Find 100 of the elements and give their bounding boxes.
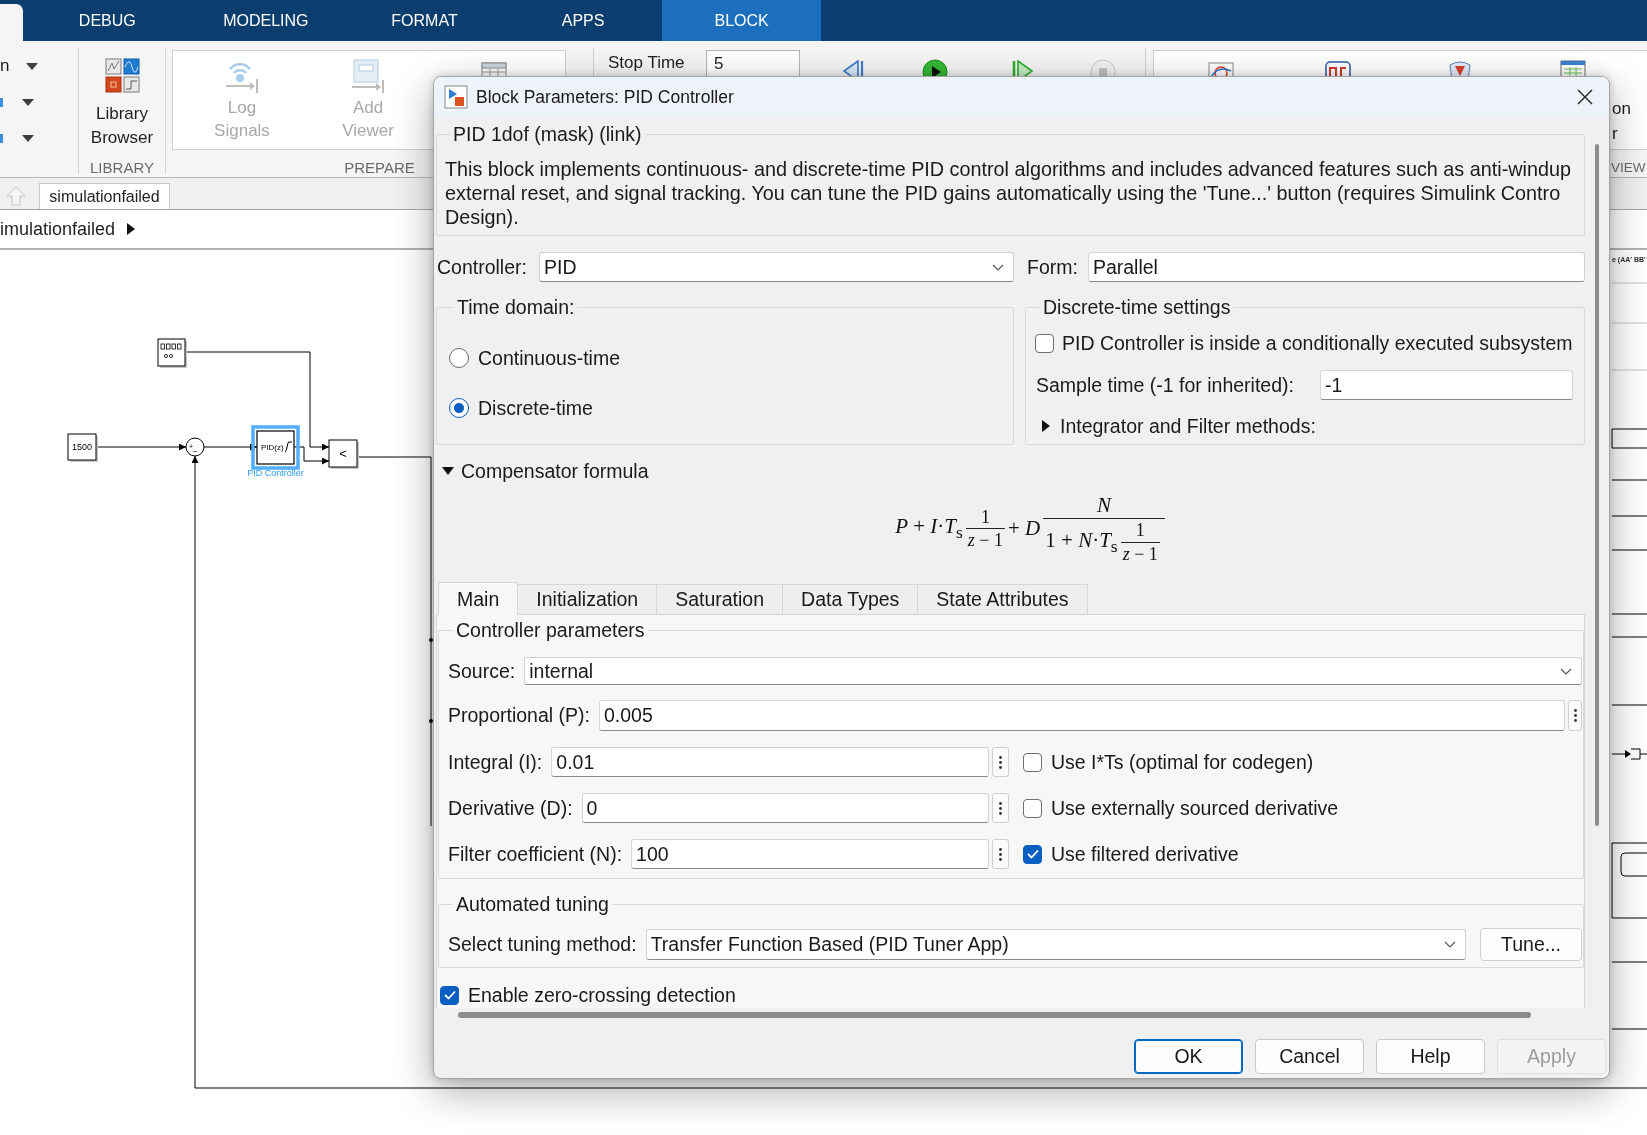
checkmark-icon [1026,849,1039,859]
parameter-options-button[interactable] [992,839,1009,869]
ribbon-tab[interactable]: MODELING [186,0,346,41]
field-label: Derivative (D): [448,796,573,820]
checkbox[interactable] [1035,333,1054,353]
gain-field[interactable]: 100 [631,839,989,869]
parameter-options-button[interactable] [992,793,1009,823]
expander[interactable]: Integrator and Filter methods: [1042,414,1316,438]
tuning-method-dropdown[interactable]: Transfer Function Based (PID Tuner App) [645,929,1466,960]
horizontal-scrollbar[interactable] [458,1012,1531,1018]
checkbox-label: PID Controller is inside a conditionally executed subsystem [1062,331,1573,355]
chevron-down-icon [1444,941,1456,948]
dropdown-caret-icon[interactable] [22,134,34,142]
field-label: Sample time (-1 for inherited): [1036,373,1294,397]
ribbon-button-label: r [1612,123,1618,145]
checkbox[interactable] [1023,752,1042,772]
checkbox[interactable] [440,985,459,1005]
block-description: This block implements continuous- and discrete-time PID control algorithms and includes advanced features such as anti-windup external reset, and signal tracking. You can tune the PID gains automatically using the 'Tune...' button (requires Simulink Contro Design). [445,157,1572,229]
chart-window-icon[interactable] [1207,59,1235,76]
gain-field[interactable]: 0 [581,793,989,823]
caret-right-icon [1042,420,1050,432]
radio-button[interactable] [449,398,469,418]
checkbox-label: Enable zero-crossing detection [468,983,736,1007]
caret-right-icon[interactable] [127,223,136,235]
field-label: Form: [1027,255,1078,279]
group-title: Automated tuning [455,892,610,916]
ribbon-tab[interactable]: DEBUG [28,0,187,41]
tune-button[interactable]: Tune... [1480,928,1582,961]
source-dropdown[interactable]: internal [524,657,1582,685]
expander[interactable]: Compensator formula [442,459,649,483]
chevron-down-icon [1560,667,1572,675]
breadcrumb-link[interactable]: imulationfailed [0,218,116,240]
library-grid-icon [104,58,140,93]
checkbox[interactable] [1023,798,1042,818]
dropdown-caret-icon[interactable] [22,98,34,106]
group-title: Discrete-time settings [1042,295,1232,319]
square-wave-icon[interactable] [1324,59,1352,76]
field-label: Proportional (P): [448,704,590,727]
dialog-button[interactable]: Cancel [1255,1039,1364,1074]
checkbox-label: Use I*Ts (optimal for codegen) [1051,750,1314,774]
library-browser-button[interactable]: Library Browser [87,58,157,150]
checkbox[interactable] [1023,844,1042,864]
ribbon-item-label: n [0,56,10,76]
dropdown-caret-icon[interactable] [26,62,39,70]
cut-off-icon [0,133,3,143]
field-label: Filter coefficient (N): [448,842,623,866]
tab[interactable]: State Attributes [918,584,1088,614]
model-tab[interactable]: simulationfailed [39,183,170,209]
radio-label: Discrete-time [478,396,593,420]
section-title: VIEW [1611,159,1646,177]
field-label: Select tuning method: [448,933,637,956]
field-label: Source: [448,659,516,683]
vertical-dots-icon [999,801,1002,815]
gain-field[interactable]: 0.01 [551,747,989,777]
parameter-options-button[interactable] [992,747,1009,777]
tab[interactable]: Saturation [657,584,784,614]
caret-down-icon [442,467,454,475]
cut-off-icon [0,97,3,107]
stop-time-label: Stop Time [608,52,686,74]
play-icon[interactable] [921,57,949,76]
vertical-dots-icon [999,755,1002,769]
gain-field[interactable]: 0.005 [599,700,1565,731]
chevron-down-icon [992,263,1004,271]
dialog-title: Block Parameters: PID Controller [476,86,734,108]
checkbox-label: Use externally sourced derivative [1051,796,1339,820]
checkmark-icon [443,990,456,1000]
relational-operator-block: < [328,439,359,469]
close-icon [1577,89,1593,105]
compensator-formula: P + I·T$_{s}$ 1 z − 1 + D N 1 + N·T$_{s}$ 1 z − 1 [895,493,1168,565]
stop-time-field[interactable]: 5 [706,50,800,76]
radio-button[interactable] [449,348,469,368]
dialog-button[interactable]: Help [1376,1039,1485,1074]
form-field[interactable]: Parallel [1087,252,1585,282]
tab[interactable]: Main [438,582,519,615]
parameter-options-button[interactable] [1568,700,1582,731]
ribbon-tab[interactable]: BLOCK [662,0,821,41]
radio-label: Continuous-time [478,346,620,370]
section-title: PREPARE [344,159,415,177]
controller-dropdown[interactable]: PID [538,252,1014,282]
vertical-dots-icon [999,847,1002,861]
section-title: LIBRARY [90,159,154,177]
block-parameters-icon [444,85,468,109]
sample-time-field[interactable]: -1 [1320,370,1573,400]
shield-icon[interactable] [1446,59,1474,76]
group-title: PID 1dof (mask) (link) [452,122,643,146]
pid-controller-block: PID(z) [251,425,300,470]
tab[interactable]: Initialization [518,584,658,614]
group-title: Time domain: [456,295,576,319]
field-label: Controller: [437,255,527,279]
grid-window-icon[interactable] [1559,59,1587,76]
checkbox-label: Use filtered derivative [1051,842,1239,866]
dialog-button[interactable]: OK [1134,1039,1243,1074]
vertical-scrollbar[interactable] [1595,144,1599,826]
ribbon-tab[interactable]: APPS [503,0,663,41]
constant-block: 1500 [67,433,98,462]
ribbon-button-label: on [1612,98,1631,120]
viewer-window-icon [350,58,386,94]
tab[interactable]: Data Types [783,584,919,614]
ribbon-tab[interactable]: FORMAT [345,0,504,41]
field-label: Integral (I): [448,750,543,774]
